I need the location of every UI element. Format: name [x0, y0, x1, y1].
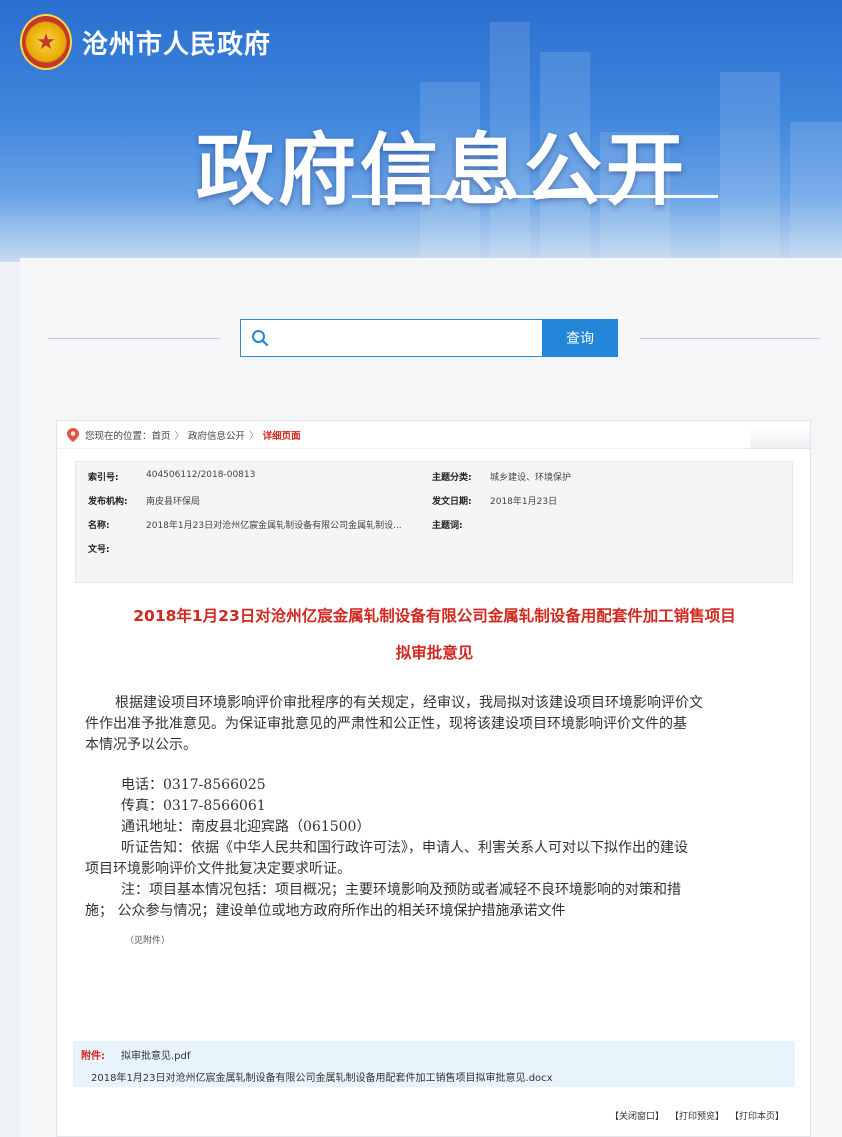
print-preview-link[interactable]: 【打印预览】 — [670, 1109, 724, 1122]
fax: 传真：0317-8566061 — [121, 798, 266, 814]
paragraph-line: 根据建设项目环境影响评价审批程序的有关规定，经审议，我局拟对该建设项目环境影响评… — [115, 695, 703, 711]
document-title-line1: 2018年1月23日对沧州亿宸金属轧制设备有限公司金属轧制设备用配套件加工销售项… — [133, 607, 736, 625]
search-box — [240, 319, 543, 357]
attachment-link-pdf[interactable]: 拟审批意见.pdf — [121, 1047, 190, 1062]
search-input[interactable] — [279, 321, 542, 355]
breadcrumb-gov-info[interactable]: 政府信息公开 — [188, 428, 245, 442]
hearing-notice-line: 项目环境影响评价文件批复决定要求听证。 — [85, 861, 351, 877]
address: 通讯地址：南皮县北迎宾路（061500） — [121, 819, 371, 835]
phone: 电话：0317-8566025 — [121, 777, 266, 793]
search-button[interactable]: 查询 — [542, 319, 618, 357]
see-attachment-note: （见附件） — [125, 936, 171, 946]
breadcrumb-separator: 〉 — [174, 430, 185, 442]
breadcrumb-home[interactable]: 首页 — [152, 428, 171, 442]
breadcrumb-decoration — [750, 421, 810, 449]
hearing-notice-line: 听证告知：依据《中华人民共和国行政许可法》，申请人、利害关系人可对以下拟作出的建… — [121, 840, 688, 856]
breadcrumb-separator: 〉 — [249, 430, 259, 442]
meta-docno: 文号: — [88, 545, 110, 555]
breadcrumb: 您现在的位置： 首页 〉 政府信息公开 〉 详细页面 — [57, 421, 810, 449]
search-icon — [241, 320, 279, 356]
banner-underline — [352, 195, 718, 198]
site-name: 沧州市人民政府 — [82, 29, 272, 60]
meta-publisher: 发布机构: 南皮县环保局 — [88, 497, 201, 507]
paragraph-line: 本情况予以公示。 — [85, 737, 197, 753]
attachments-box: 附件: 拟审批意见.pdf 2018年1月23日对沧州亿宸金属轧制设备有限公司金… — [73, 1041, 795, 1087]
skyline-pagoda — [720, 72, 780, 262]
document-title-line2: 拟审批意见 — [395, 644, 474, 662]
note-line: 注：项目基本情况包括：项目概况；主要环境影响及预防或者减轻不良环境影响的对策和措 — [121, 882, 681, 898]
attachments-label: 附件: — [81, 1051, 105, 1062]
meta-keyword: 主题词: — [432, 521, 463, 531]
close-window-link[interactable]: 【关闭窗口】 — [610, 1109, 664, 1122]
print-page-link[interactable]: 【打印本页】 — [730, 1109, 784, 1122]
divider — [640, 338, 820, 339]
document-body: 根据建设项目环境影响评价审批程序的有关规定，经审议，我局拟对该建设项目环境影响评… — [85, 693, 785, 756]
contact-info: 电话：0317-8566025 传真：0317-8566061 通讯地址：南皮县… — [85, 775, 785, 922]
divider — [48, 338, 220, 339]
attachment-link-docx[interactable]: 2018年1月23日对沧州亿宸金属轧制设备有限公司金属轧制设备用配套件加工销售项… — [91, 1069, 553, 1084]
meta-category: 主题分类: 城乡建设、环境保护 — [432, 473, 572, 483]
meta-index: 索引号: 404506112/2018-00813 — [88, 470, 256, 483]
note-line: 施； 公众参与情况；建设单位或地方政府所作出的相关环境保护措施承诺文件 — [85, 903, 566, 919]
breadcrumb-current: 详细页面 — [262, 430, 301, 442]
banner-title: 政府信息公开 — [196, 126, 689, 216]
skyline-building — [790, 122, 842, 262]
page-actions: 【关闭窗口】 【打印预览】 【打印本页】 — [610, 1109, 784, 1122]
header-banner: ★ 沧州市人民政府 政府信息公开 — [0, 0, 842, 262]
site-logo[interactable]: ★ 沧州市人民政府 — [20, 14, 271, 70]
paragraph-line: 件作出准予批准意见。为保证审批意见的严肃性和公正性，现将该建设项目环境影响评价文… — [85, 716, 687, 732]
breadcrumb-prefix: 您现在的位置： — [85, 430, 152, 442]
meta-name: 名称: 2018年1月23日对沧州亿宸金属轧制设备有限公司金属轧制设... — [88, 521, 402, 531]
location-pin-icon — [67, 427, 79, 442]
metadata-table: 索引号: 404506112/2018-00813 主题分类: 城乡建设、环境保… — [75, 461, 793, 583]
national-emblem-icon: ★ — [20, 14, 72, 70]
content-card: 您现在的位置： 首页 〉 政府信息公开 〉 详细页面 索引号: 40450611… — [56, 420, 811, 1137]
meta-date: 发文日期: 2018年1月23日 — [432, 497, 558, 507]
